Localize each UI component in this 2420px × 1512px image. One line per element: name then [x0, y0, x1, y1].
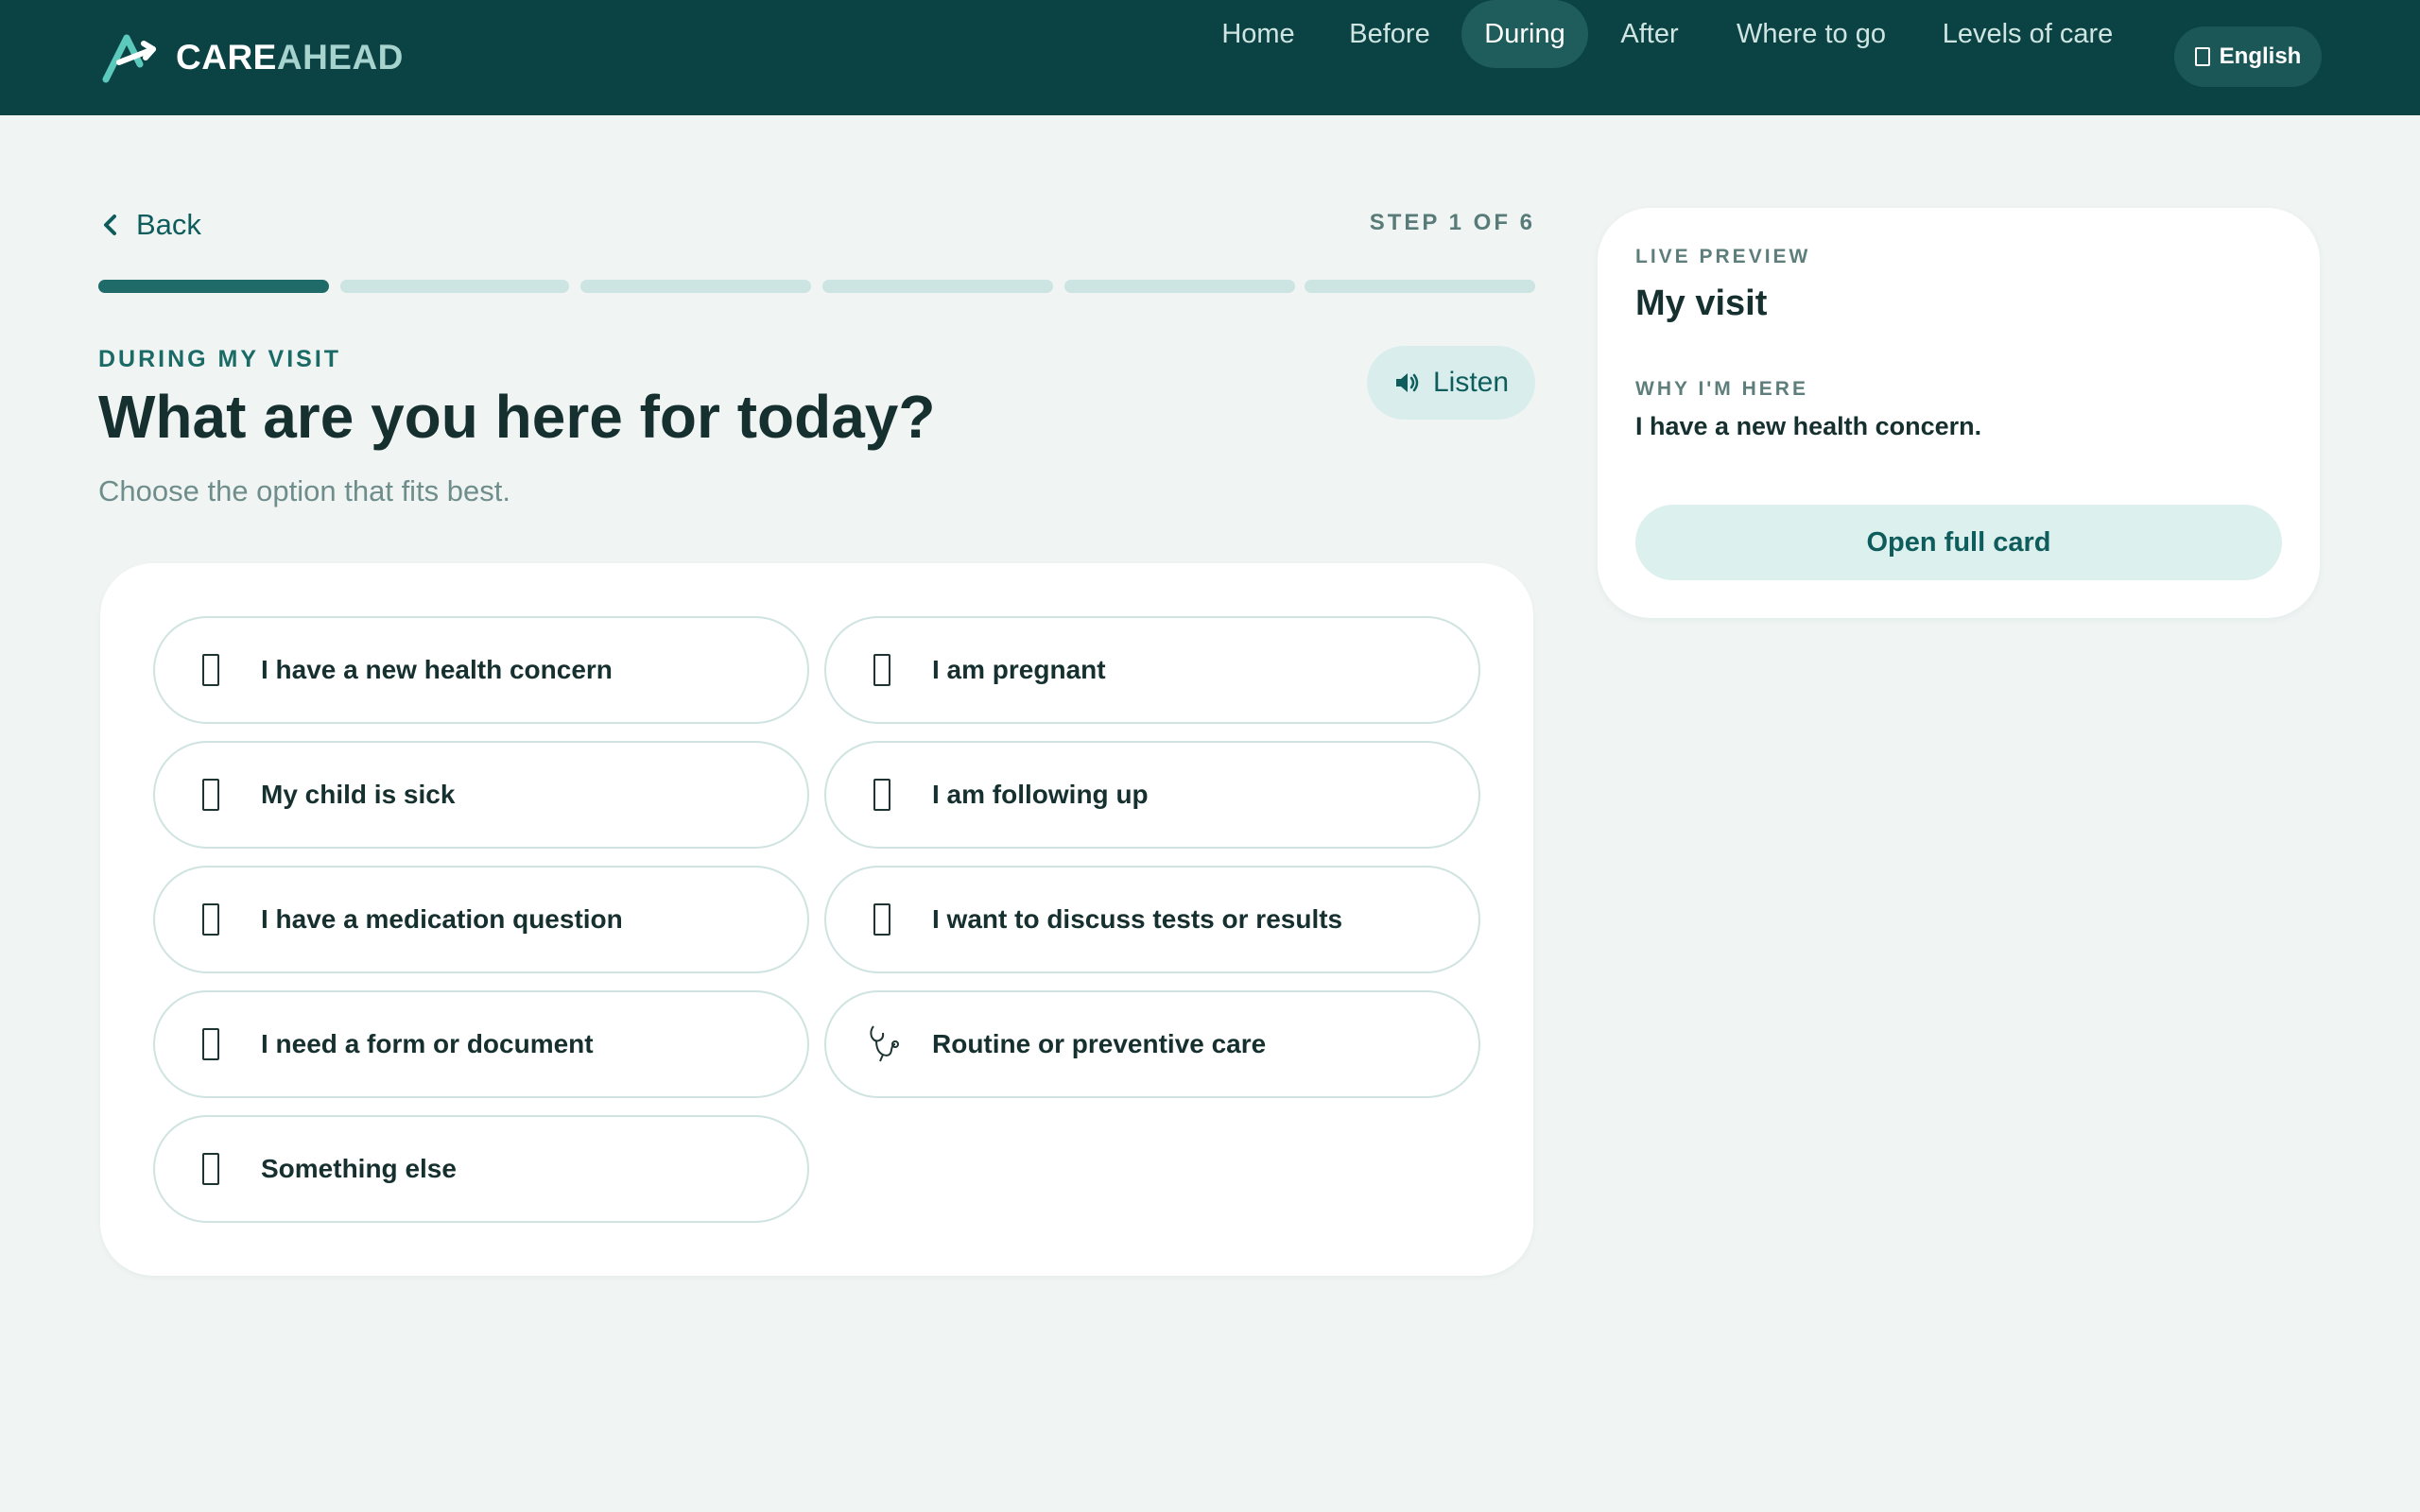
placeholder-icon — [202, 903, 219, 936]
option-label: Routine or preventive care — [932, 1029, 1267, 1058]
nav-item-after[interactable]: After — [1601, 0, 1698, 68]
open-full-card-button[interactable]: Open full card — [1635, 505, 2282, 580]
option-label: I am following up — [932, 780, 1149, 809]
progress-segment-3 — [580, 280, 811, 293]
option-medication-question[interactable]: I have a medication question — [153, 866, 809, 973]
language-selector[interactable]: English — [2174, 26, 2322, 87]
progress-segment-4 — [822, 280, 1053, 293]
back-label: Back — [136, 208, 201, 241]
option-child-sick[interactable]: My child is sick — [153, 741, 809, 849]
language-label: English — [2219, 43, 2302, 69]
nav-item-levels-of-care[interactable]: Levels of care — [1928, 0, 2127, 68]
step-indicator: STEP 1 OF 6 — [1369, 210, 1535, 235]
globe-icon — [2194, 47, 2210, 66]
option-form-document[interactable]: I need a form or document — [153, 990, 809, 1098]
listen-label: Listen — [1432, 367, 1510, 398]
placeholder-icon — [202, 779, 219, 811]
option-label: Something else — [261, 1154, 457, 1183]
listen-button[interactable]: Listen — [1367, 346, 1535, 420]
progress-segment-5 — [1064, 280, 1295, 293]
careahead-logo-icon — [102, 34, 156, 83]
chevron-left-icon — [104, 215, 116, 235]
live-preview-card: LIVE PREVIEW My visit WHY I'M HERE I hav… — [1598, 208, 2320, 618]
top-navigation-bar: CAREAHEAD Home Before During After Where… — [0, 0, 2420, 115]
option-something-else[interactable]: Something else — [153, 1115, 809, 1223]
placeholder-icon — [873, 903, 890, 936]
option-label: I want to discuss tests or results — [932, 904, 1343, 934]
progress-segment-6 — [1305, 280, 1535, 293]
preview-why-label: WHY I'M HERE — [1635, 378, 1808, 400]
preview-why-value: I have a new health concern. — [1635, 412, 1982, 440]
option-following-up[interactable]: I am following up — [824, 741, 1480, 849]
option-label: My child is sick — [261, 780, 456, 809]
brand-logo[interactable]: CAREAHEAD — [98, 32, 404, 83]
nav-item-before[interactable]: Before — [1331, 0, 1448, 68]
nav-item-during[interactable]: During — [1461, 0, 1588, 68]
brand-name: CAREAHEAD — [176, 38, 404, 77]
progress-bar — [98, 280, 1535, 293]
stethoscope-icon — [870, 1025, 899, 1062]
option-tests-results[interactable]: I want to discuss tests or results — [824, 866, 1480, 973]
back-button[interactable]: Back — [98, 206, 201, 244]
option-label: I am pregnant — [932, 655, 1106, 684]
option-pregnant[interactable]: I am pregnant — [824, 616, 1480, 724]
nav-item-home[interactable]: Home — [1202, 0, 1314, 68]
page-title: What are you here for today? — [98, 383, 936, 451]
page-subtitle: Choose the option that fits best. — [98, 474, 510, 507]
progress-segment-2 — [340, 280, 569, 293]
placeholder-icon — [202, 1153, 219, 1185]
option-label: I have a medication question — [261, 904, 623, 934]
preview-title: My visit — [1635, 284, 1768, 323]
placeholder-icon — [873, 779, 890, 811]
option-label: I need a form or document — [261, 1029, 594, 1058]
option-new-health-concern[interactable]: I have a new health concern — [153, 616, 809, 724]
placeholder-icon — [202, 654, 219, 686]
nav-item-where-to-go[interactable]: Where to go — [1719, 0, 1904, 68]
speaker-icon — [1395, 373, 1419, 392]
section-eyebrow: DURING MY VISIT — [98, 346, 342, 372]
option-label: I have a new health concern — [261, 655, 613, 684]
preview-eyebrow: LIVE PREVIEW — [1635, 246, 1811, 267]
progress-segment-1 — [98, 280, 329, 293]
options-card: I have a new health concern I am pregnan… — [100, 563, 1533, 1276]
option-routine-preventive[interactable]: Routine or preventive care — [824, 990, 1480, 1098]
placeholder-icon — [873, 654, 890, 686]
placeholder-icon — [202, 1028, 219, 1060]
